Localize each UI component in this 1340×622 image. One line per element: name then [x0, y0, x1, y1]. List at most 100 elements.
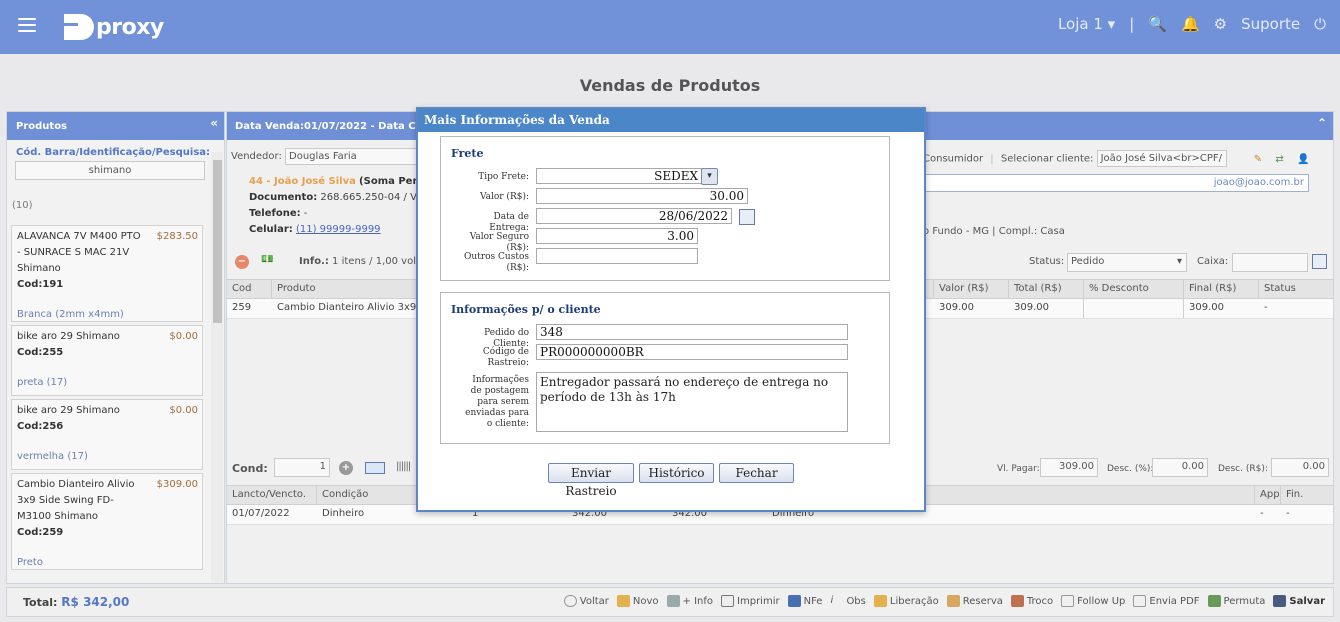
- address-text: o Fundo - MG | Compl.: Casa: [923, 226, 1065, 237]
- product-search-input[interactable]: shimano: [15, 161, 205, 180]
- add-icon[interactable]: +: [339, 461, 353, 475]
- valor-seguro-field[interactable]: 3.00: [536, 228, 698, 244]
- modal-title: Mais Informações da Venda: [418, 109, 924, 132]
- barcode-icon[interactable]: ||||||: [396, 461, 411, 472]
- gear-icon[interactable]: ⚙: [1214, 15, 1227, 33]
- sale-header-text: Data Venda:01/07/2022 - Data Cada: [235, 121, 437, 132]
- product-item[interactable]: ALAVANCA 7V M400 PTO - SUNRACE S MAC 21V…: [11, 225, 203, 322]
- total: Total: R$ 342,00: [23, 595, 129, 609]
- scroll-thumb[interactable]: [213, 160, 222, 323]
- swap-client-icon[interactable]: ⇄: [1275, 154, 1283, 165]
- rastreio-label: Código de Rastreio:: [482, 347, 529, 368]
- doc-value: 268.665.250-04 / Ve: [320, 192, 423, 203]
- more-info-label: + Info: [682, 595, 714, 607]
- cell: 309.00: [1009, 299, 1084, 318]
- reserve-button[interactable]: Reserva: [946, 595, 1003, 607]
- select-client-field[interactable]: João José Silva<br>CPF/: [1096, 150, 1227, 167]
- cell-link[interactable]: (11) 99999-9999: [296, 224, 381, 235]
- release-button[interactable]: Liberação: [873, 595, 939, 607]
- exchange-button[interactable]: Permuta: [1207, 595, 1265, 607]
- col-header[interactable]: Lancto/Vencto.: [227, 486, 317, 504]
- print-button[interactable]: Imprimir: [721, 595, 780, 607]
- consumer-option[interactable]: Consumidor: [923, 154, 983, 165]
- chevron-down-icon[interactable]: ▾: [701, 168, 718, 185]
- col-header[interactable]: Total (R$): [1009, 280, 1084, 298]
- edit-client-icon[interactable]: ✎: [1254, 154, 1262, 165]
- product-list-scrollbar[interactable]: [211, 152, 223, 582]
- desc-pct-field[interactable]: 0.00: [1152, 458, 1208, 477]
- send-pdf-button[interactable]: Envia PDF: [1133, 595, 1200, 607]
- close-button[interactable]: Fechar: [719, 463, 794, 483]
- user-icon[interactable]: 👤: [1297, 154, 1309, 165]
- product-item[interactable]: Cambio Dianteiro Alivio 3x9 Side Swing F…: [11, 473, 203, 570]
- release-label: Liberação: [889, 595, 939, 607]
- col-header[interactable]: Final (R$): [1184, 280, 1259, 298]
- caixa-label: Caixa:: [1197, 256, 1229, 267]
- caixa-field[interactable]: [1232, 253, 1308, 272]
- product-item[interactable]: bike aro 29 Shimano $0.00 Cod:255 preta …: [11, 325, 203, 396]
- obs-button[interactable]: i Obs: [830, 595, 865, 607]
- history-button[interactable]: Histórico: [639, 463, 714, 483]
- collapse-up-icon[interactable]: ⌃: [1317, 116, 1327, 130]
- nfe-button[interactable]: NFe: [787, 595, 822, 607]
- bell-icon[interactable]: 🔔: [1181, 15, 1200, 33]
- select-client-label: Selecionar cliente:: [1000, 153, 1094, 165]
- col-header[interactable]: Valor (R$): [934, 280, 1009, 298]
- status-select[interactable]: Pedido ▾: [1067, 253, 1187, 272]
- remove-icon[interactable]: −: [235, 255, 249, 269]
- more-info-modal: Mais Informações da Venda Frete Tipo Fre…: [416, 107, 926, 512]
- postagem-textarea[interactable]: Entregador passará no endereço de entreg…: [536, 372, 848, 432]
- collapse-icon[interactable]: «: [210, 116, 218, 130]
- col-header[interactable]: Status: [1259, 280, 1331, 298]
- menu-icon[interactable]: [18, 18, 36, 32]
- vl-pagar-field[interactable]: 309.00: [1040, 458, 1098, 477]
- store-selector[interactable]: Loja 1 ▾: [1058, 15, 1115, 33]
- print-label: Imprimir: [737, 595, 780, 607]
- power-icon[interactable]: ⏻: [1314, 15, 1326, 33]
- back-icon: [563, 595, 577, 607]
- seller-field[interactable]: Douglas Faria: [285, 148, 426, 165]
- product-item[interactable]: bike aro 29 Shimano $0.00 Cod:256 vermel…: [11, 399, 203, 470]
- cell: 309.00: [1189, 302, 1224, 313]
- new-button[interactable]: Novo: [616, 595, 659, 607]
- rastreio-field[interactable]: PR000000000BR: [536, 344, 848, 360]
- save-button[interactable]: Salvar: [1273, 595, 1325, 607]
- support-link[interactable]: Suporte: [1241, 15, 1300, 33]
- frete-legend: Frete: [451, 147, 484, 160]
- follow-up-button[interactable]: Follow Up: [1061, 595, 1125, 607]
- cond-qty-field[interactable]: 1: [274, 458, 330, 477]
- money-icon[interactable]: 💵: [261, 254, 273, 265]
- col-header[interactable]: Fin.: [1281, 486, 1333, 504]
- desc-rs-field[interactable]: 0.00: [1271, 458, 1329, 477]
- seller-label: Vendedor:: [231, 151, 282, 162]
- cell: 309.00: [939, 302, 974, 313]
- email-field[interactable]: joao@joao.com.br: [923, 174, 1309, 192]
- change-button[interactable]: Troco: [1010, 595, 1053, 607]
- footer-actions: Voltar Novo + Info Imprimir NFe i Obs Lib…: [556, 595, 1325, 607]
- pedido-field[interactable]: 348: [536, 324, 848, 340]
- status-value: Pedido: [1071, 256, 1105, 267]
- product-code: Cod:191: [17, 279, 64, 290]
- reserve-icon: [946, 595, 960, 607]
- data-entrega-field[interactable]: 28/06/2022: [536, 208, 732, 224]
- col-header[interactable]: Cod: [227, 280, 272, 298]
- more-info-button[interactable]: + Info: [666, 595, 714, 607]
- tipo-frete-select[interactable]: SEDEX: [536, 168, 702, 184]
- product-variant: Preto: [17, 557, 43, 568]
- customer-info: 44 - João José Silva (Soma Pend Document…: [249, 174, 427, 238]
- search-icon[interactable]: 🔍: [1148, 15, 1167, 33]
- calendar-icon[interactable]: [739, 209, 755, 225]
- card-icon[interactable]: [365, 462, 385, 474]
- valor-field[interactable]: 30.00: [536, 188, 748, 204]
- total-label: Total:: [23, 596, 58, 609]
- info-icon: i: [830, 595, 834, 606]
- cell-label: Celular:: [249, 224, 293, 235]
- products-panel: Produtos « Cód. Barra/Identificação/Pesq…: [6, 111, 225, 584]
- col-header[interactable]: % Desconto: [1084, 280, 1184, 298]
- calendar-icon[interactable]: [1312, 254, 1327, 269]
- col-header[interactable]: App.: [1255, 486, 1281, 504]
- brand-logo[interactable]: proxy: [64, 13, 164, 41]
- back-button[interactable]: Voltar: [563, 595, 609, 607]
- send-tracking-button[interactable]: Enviar Rastreio: [548, 463, 634, 498]
- outros-custos-field[interactable]: [536, 248, 698, 264]
